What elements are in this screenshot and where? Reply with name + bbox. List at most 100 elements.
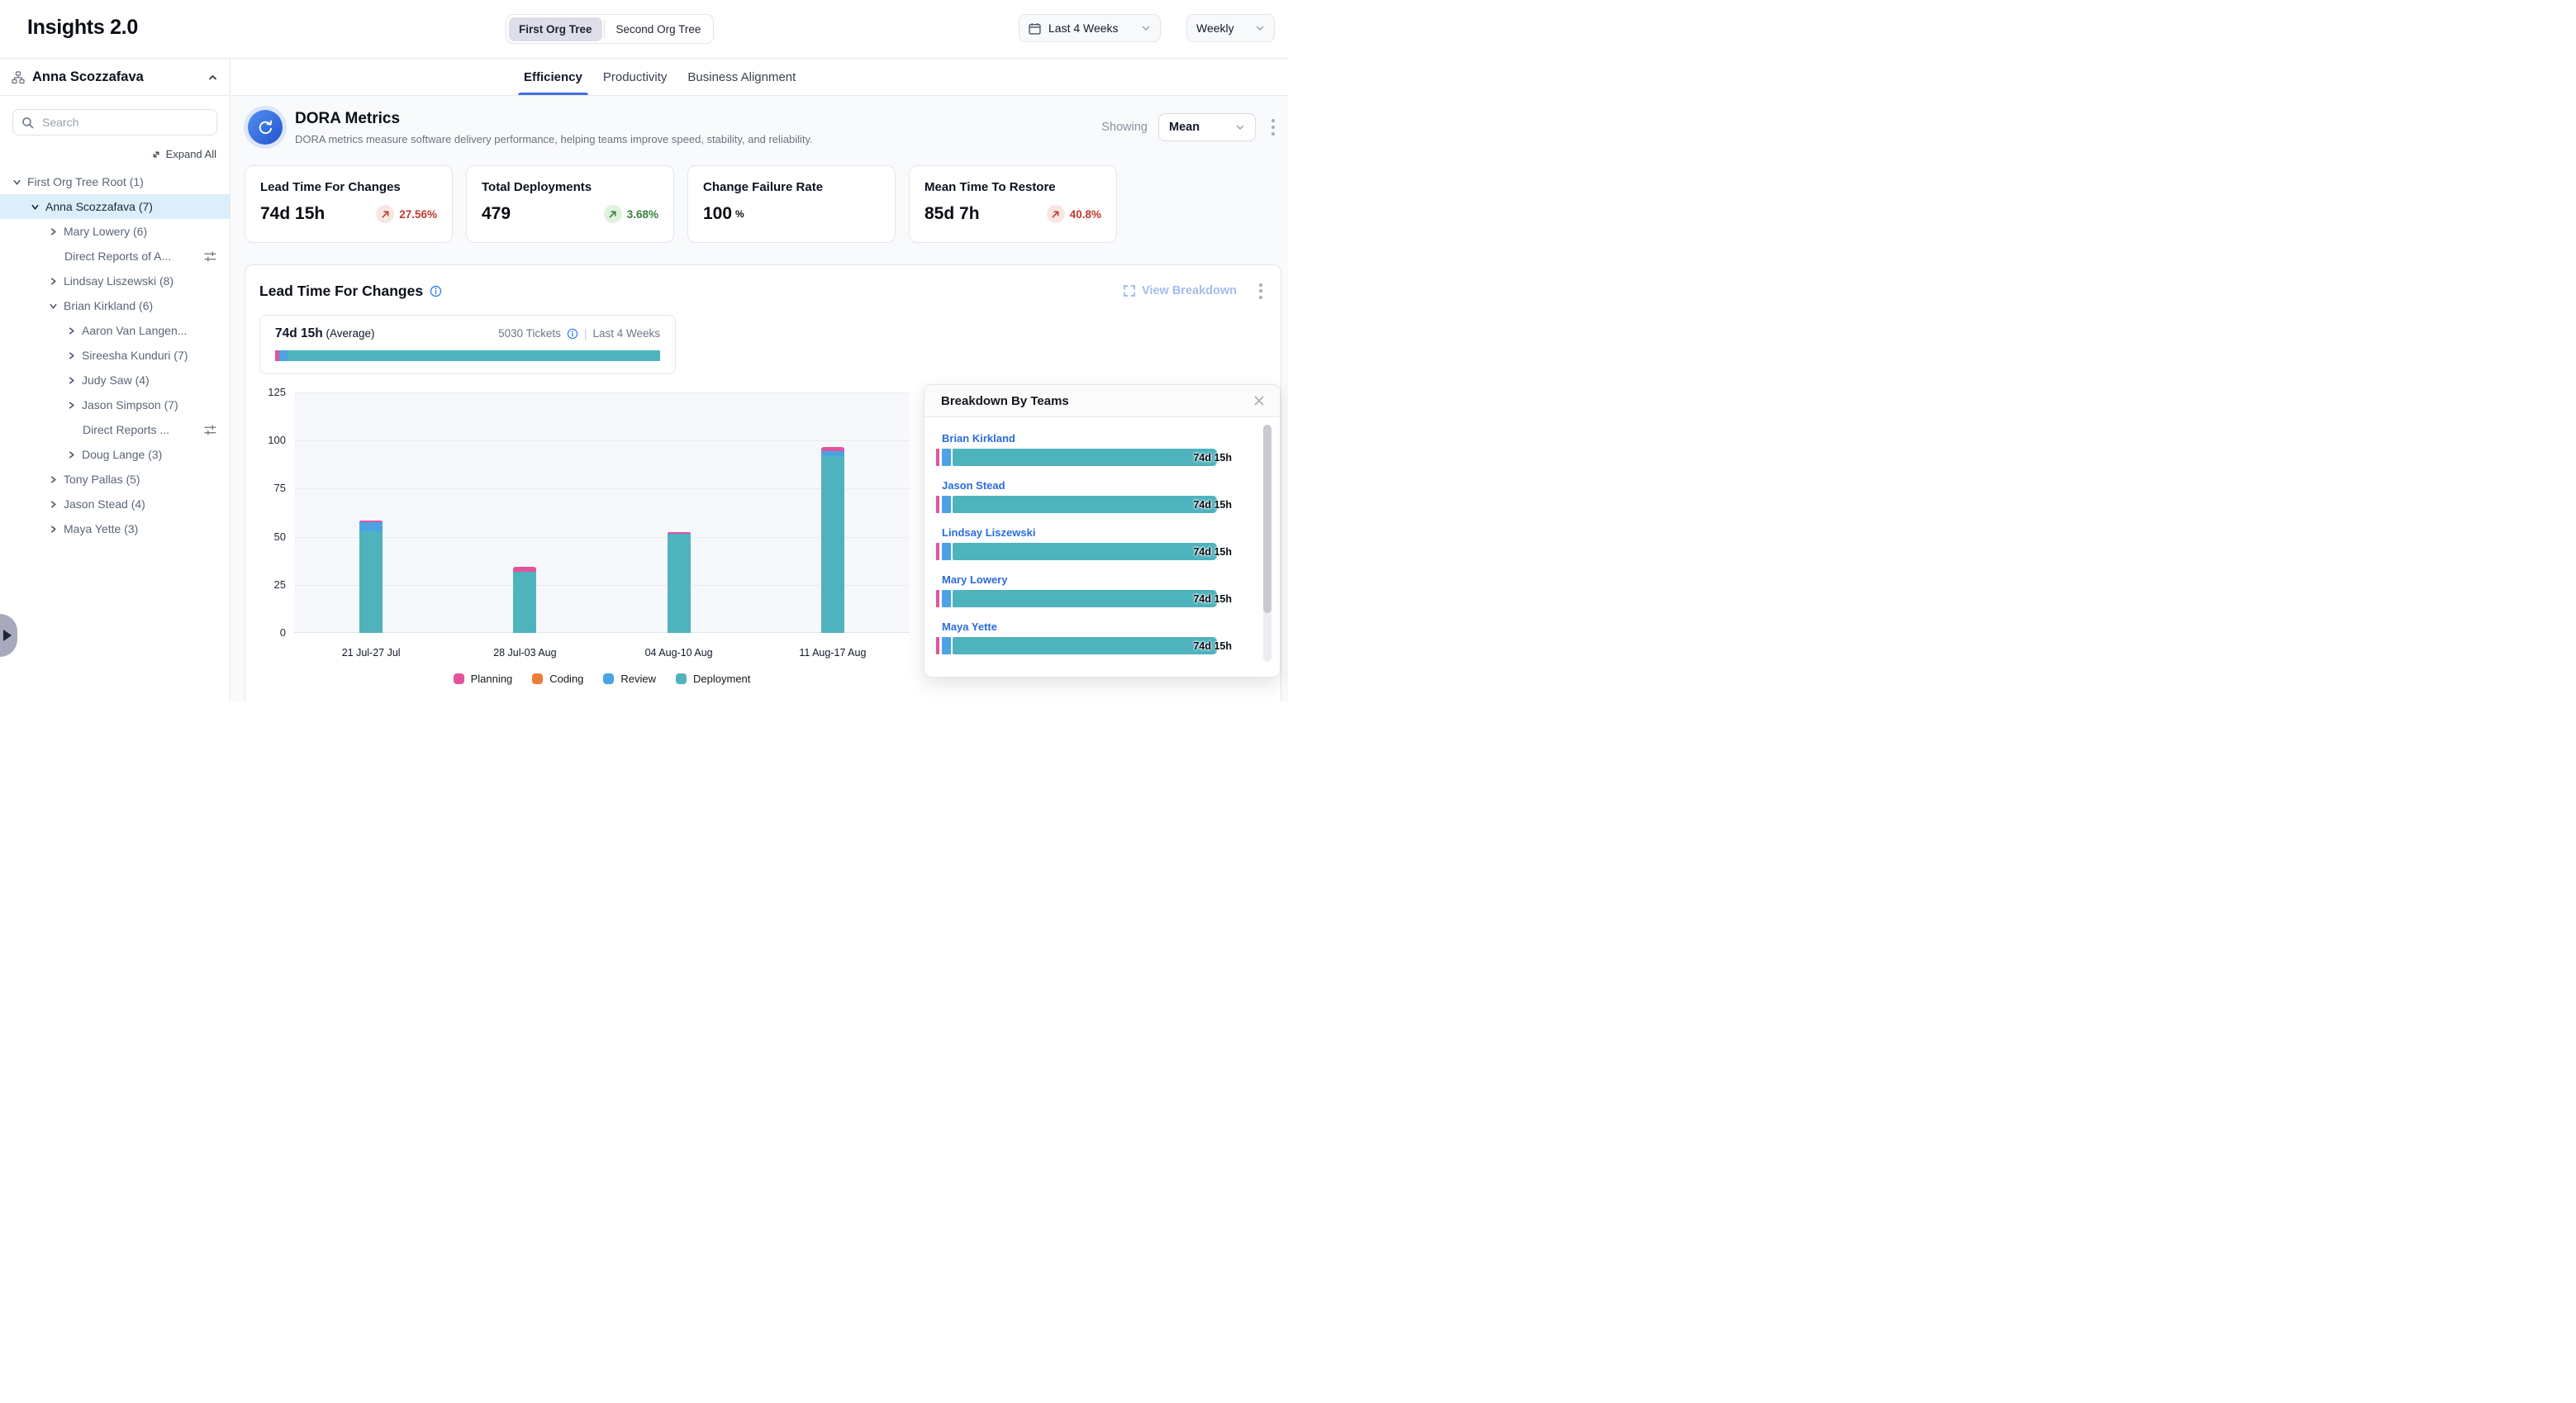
gridline: [294, 392, 910, 393]
chevron-right-icon[interactable]: [49, 475, 58, 484]
chevron-right-icon[interactable]: [67, 326, 76, 335]
tree-item[interactable]: Brian Kirkland (6): [0, 293, 230, 318]
chevron-down-icon[interactable]: [31, 202, 40, 212]
breakdown-segment-deployment: [953, 543, 1217, 560]
chevron-right-icon[interactable]: [49, 525, 58, 534]
breakdown-bar: 74d 15h: [936, 496, 1232, 513]
main-content: DORA Metrics DORA metrics measure softwa…: [231, 96, 1288, 702]
breakdown-bar: 74d 15h: [936, 543, 1232, 560]
breakdown-row: Jason Stead 74d 15h: [924, 479, 1280, 513]
chevron-right-icon[interactable]: [49, 277, 58, 286]
breakdown-segment-review: [942, 637, 951, 654]
tree-item[interactable]: Direct Reports of A...: [0, 244, 230, 269]
chevron-right-icon[interactable]: [67, 351, 76, 360]
chart-bar[interactable]: [821, 447, 844, 633]
granularity-select[interactable]: Weekly: [1186, 14, 1275, 42]
breakdown-segment-review: [942, 496, 951, 513]
search-input[interactable]: [40, 115, 208, 130]
legend-label: Deployment: [693, 673, 750, 685]
tree-item[interactable]: Mary Lowery (6): [0, 219, 230, 244]
metric-card-delta-value: 27.56%: [399, 208, 437, 221]
aggregation-select[interactable]: Mean: [1158, 113, 1256, 141]
filter-sliders-icon[interactable]: [204, 425, 216, 435]
y-axis-tick-label: 125: [245, 386, 286, 398]
tab-efficiency[interactable]: Efficiency: [524, 59, 582, 95]
breakdown-team-link[interactable]: Lindsay Liszewski: [942, 526, 1263, 539]
sidebar-collapse-button[interactable]: [207, 73, 218, 82]
metric-card: Change Failure Rate 100%: [687, 165, 896, 243]
date-range-select[interactable]: Last 4 Weeks: [1019, 14, 1161, 42]
org-tree-toggle-option[interactable]: Second Org Tree: [606, 17, 711, 41]
summary-bar-segment-review: [279, 350, 288, 361]
info-icon[interactable]: [567, 328, 578, 340]
info-icon[interactable]: [430, 285, 442, 297]
trend-up-arrow-icon: [604, 205, 622, 223]
tab-productivity[interactable]: Productivity: [603, 59, 668, 95]
tree-item[interactable]: First Org Tree Root (1): [0, 169, 230, 194]
tree-item[interactable]: Sireesha Kunduri (7): [0, 343, 230, 368]
metric-card-title: Change Failure Rate: [703, 180, 880, 194]
y-axis-tick-label: 25: [245, 578, 286, 591]
bar-segment-deployment: [513, 572, 536, 633]
metric-card-delta: 3.68%: [604, 205, 658, 223]
tree-item-label: Judy Saw (4): [82, 373, 150, 387]
gridline: [294, 537, 910, 538]
breakdown-bar-segments: [936, 637, 1232, 654]
sidebar-search[interactable]: [12, 109, 217, 136]
legend-item-review: Review: [603, 673, 656, 685]
breakdown-bar: 74d 15h: [936, 449, 1232, 466]
chart-bar[interactable]: [359, 521, 383, 633]
expand-all-button[interactable]: Expand All: [13, 148, 216, 160]
tree-item[interactable]: Tony Pallas (5): [0, 467, 230, 492]
expand-all-label: Expand All: [166, 148, 216, 160]
tree-item-label: Direct Reports ...: [83, 423, 169, 436]
breakdown-segment-deployment: [953, 590, 1217, 607]
close-icon[interactable]: [1250, 392, 1268, 410]
tree-item[interactable]: Doug Lange (3): [0, 442, 230, 467]
metric-card-delta: 27.56%: [376, 205, 437, 223]
chevron-down-icon[interactable]: [49, 302, 58, 311]
breakdown-team-link[interactable]: Jason Stead: [942, 479, 1263, 492]
dora-text: DORA Metrics DORA metrics measure softwa…: [295, 110, 813, 145]
chevron-right-icon[interactable]: [67, 401, 76, 410]
tree-item[interactable]: Aaron Van Langen...: [0, 318, 230, 343]
tree-item[interactable]: Direct Reports ...: [0, 417, 230, 442]
chart-bar[interactable]: [668, 532, 691, 633]
legend-swatch-icon: [676, 673, 687, 684]
summary-text: 74d 15h (Average): [275, 326, 375, 341]
metric-card-title: Lead Time For Changes: [260, 180, 437, 194]
breakdown-bar: 74d 15h: [936, 590, 1232, 607]
view-breakdown-button[interactable]: View Breakdown: [1124, 284, 1237, 297]
tree-item[interactable]: Lindsay Liszewski (8): [0, 269, 230, 293]
chevron-right-icon[interactable]: [49, 500, 58, 509]
chevron-right-icon[interactable]: [67, 376, 76, 385]
chevron-down-icon[interactable]: [12, 178, 21, 187]
tree-item[interactable]: Jason Stead (4): [0, 492, 230, 516]
tree-item[interactable]: Jason Simpson (7): [0, 392, 230, 417]
chevron-right-icon[interactable]: [49, 227, 58, 236]
tree-item[interactable]: Anna Scozzafava (7): [0, 194, 230, 219]
breakdown-team-link[interactable]: Maya Yette: [942, 621, 1263, 633]
chevron-right-icon[interactable]: [67, 450, 76, 459]
scrollbar-thumb[interactable]: [1263, 425, 1271, 613]
chart-plot-area: [294, 392, 910, 633]
tree-item[interactable]: Maya Yette (3): [0, 516, 230, 541]
metric-card-value-row: 100%: [703, 204, 880, 224]
filter-sliders-icon[interactable]: [204, 251, 216, 262]
org-tree-toggle-option[interactable]: First Org Tree: [509, 17, 602, 41]
breakdown-segment-planning: [936, 543, 939, 560]
tree-item-label: Doug Lange (3): [82, 448, 162, 461]
tab-business-alignment[interactable]: Business Alignment: [687, 59, 796, 95]
dora-kebab-menu[interactable]: [1267, 117, 1280, 139]
breakdown-row: Mary Lowery 74d 15h: [924, 573, 1280, 607]
lead-time-title-wrap: Lead Time For Changes: [259, 283, 442, 300]
breakdown-team-link[interactable]: Brian Kirkland: [942, 432, 1263, 445]
breakdown-team-link[interactable]: Mary Lowery: [942, 573, 1263, 586]
chart-bar[interactable]: [513, 567, 536, 633]
metric-card-value: 100: [703, 204, 732, 224]
metric-card-value: 74d 15h: [260, 204, 325, 224]
scrollbar-track[interactable]: [1263, 425, 1271, 662]
tree-item[interactable]: Judy Saw (4): [0, 368, 230, 392]
lead-time-kebab-menu[interactable]: [1254, 280, 1267, 302]
gridline: [294, 585, 910, 586]
